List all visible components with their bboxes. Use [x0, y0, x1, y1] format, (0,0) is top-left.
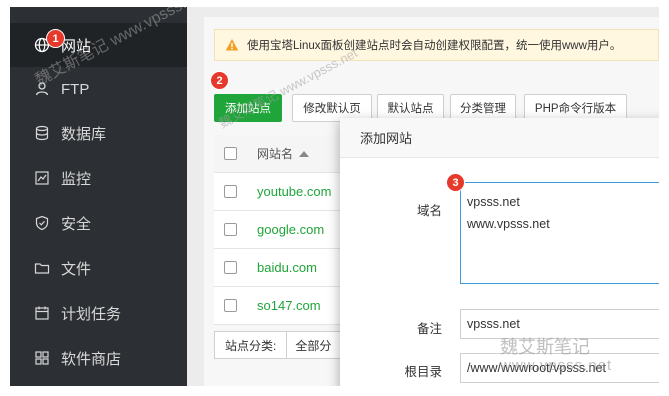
sidebar-item-label: 网站 — [61, 37, 92, 55]
select-all-checkbox[interactable] — [224, 147, 237, 160]
sidebar-item-files[interactable]: 文件 — [10, 246, 187, 290]
calendar-icon — [33, 304, 51, 322]
row-checkbox[interactable] — [224, 185, 237, 198]
sidebar-item-database[interactable]: 数据库 — [10, 111, 187, 155]
notice-bar: 使用宝塔Linux面板创建站点时会自动创建权限配置，统一使用www用户。 — [214, 29, 659, 61]
remark-input[interactable]: vpsss.net — [460, 309, 659, 339]
step-marker-2: 2 — [210, 71, 229, 90]
step-marker-3: 3 — [446, 173, 465, 192]
sidebar: 网站 FTP 数据库 监控 安全 文件 计划任务 软件商店 — [10, 7, 187, 386]
category-select[interactable]: 全部分 — [287, 331, 348, 359]
monitor-icon — [33, 169, 51, 187]
site-link[interactable]: baidu.com — [257, 260, 317, 275]
column-header-site-name[interactable]: 网站名 — [257, 145, 293, 162]
notice-text: 使用宝塔Linux面板创建站点时会自动创建权限配置，统一使用www用户。 — [247, 40, 622, 52]
sort-arrow-icon[interactable] — [299, 150, 310, 157]
site-link[interactable]: so147.com — [257, 298, 321, 313]
sidebar-item-label: 软件商店 — [61, 350, 122, 368]
folder-icon — [33, 259, 51, 277]
sidebar-item-ftp[interactable]: FTP — [10, 67, 187, 111]
dialog-title: 添加网站 — [340, 118, 659, 158]
step-marker-1: 1 — [46, 29, 65, 48]
remark-label: 备注 — [416, 322, 442, 336]
domain-line: vpsss.net — [467, 195, 520, 209]
row-checkbox[interactable] — [224, 261, 237, 274]
sidebar-item-label: 计划任务 — [61, 305, 122, 323]
sidebar-item-label: 安全 — [61, 215, 92, 233]
site-link[interactable]: youtube.com — [257, 184, 331, 199]
sidebar-item-label: 监控 — [61, 170, 92, 188]
sidebar-item-cron[interactable]: 计划任务 — [10, 291, 187, 335]
sidebar-item-label: FTP — [61, 80, 90, 98]
row-checkbox[interactable] — [224, 223, 237, 236]
grid-icon — [33, 349, 51, 367]
add-site-dialog: 添加网站 域名 vpsss.net www.vpsss.net 备注 vpsss… — [340, 118, 659, 386]
root-dir-input[interactable]: /www/wwwroot/vpsss.net — [460, 353, 659, 383]
category-label: 站点分类: — [214, 331, 288, 359]
shield-icon — [33, 214, 51, 232]
sidebar-item-monitor[interactable]: 监控 — [10, 156, 187, 200]
app-window: 网站 FTP 数据库 监控 安全 文件 计划任务 软件商店 使用宝塔Linux面… — [10, 7, 659, 386]
warning-icon — [225, 38, 239, 52]
sidebar-item-label: 文件 — [61, 260, 92, 278]
domain-label: 域名 — [416, 204, 442, 218]
sidebar-item-store[interactable]: 软件商店 — [10, 336, 187, 380]
site-link[interactable]: google.com — [257, 222, 324, 237]
root-dir-label: 根目录 — [404, 365, 442, 379]
row-checkbox[interactable] — [224, 299, 237, 312]
domain-line: www.vpsss.net — [467, 217, 550, 231]
database-icon — [33, 124, 51, 142]
domain-textarea[interactable]: vpsss.net www.vpsss.net — [460, 182, 659, 284]
sidebar-item-website[interactable]: 网站 — [10, 23, 187, 67]
category-filter: 站点分类: 全部分 — [214, 331, 348, 359]
sidebar-item-label: 数据库 — [61, 125, 107, 143]
user-icon — [33, 80, 51, 98]
sidebar-item-security[interactable]: 安全 — [10, 201, 187, 245]
add-site-button[interactable]: 添加站点 — [214, 94, 282, 122]
